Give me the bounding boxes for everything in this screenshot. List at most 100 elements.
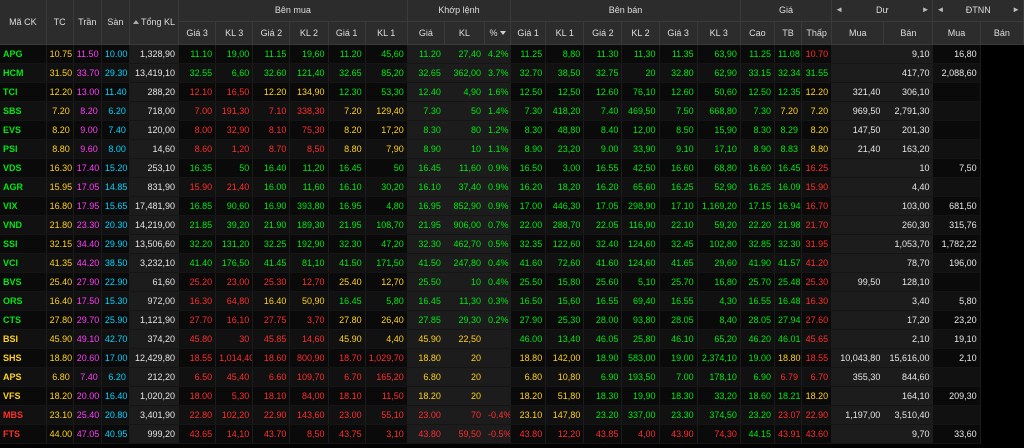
col-ref[interactable]: TC bbox=[46, 0, 74, 45]
symbol-cell[interactable]: VDS bbox=[0, 158, 47, 178]
bid-col-1[interactable]: Giá 3 bbox=[178, 21, 217, 45]
table-row[interactable]: HCM 31.50 33.70 29.30 13,419,10 32.55 6,60 32.6… bbox=[0, 63, 1024, 83]
value-cell: 81,10 bbox=[289, 253, 329, 273]
bid-col-6[interactable]: KL 1 bbox=[365, 21, 408, 45]
group-price: Giá bbox=[740, 0, 833, 22]
table-row[interactable]: APG 10.75 11.50 10.00 1,328,90 11.10 19,00 11.1… bbox=[0, 44, 1024, 64]
symbol-cell[interactable]: VFS bbox=[0, 386, 47, 406]
bid-col-3[interactable]: Giá 2 bbox=[252, 21, 291, 45]
symbol-cell[interactable]: FTS bbox=[0, 424, 47, 444]
table-row[interactable]: AGR 15.95 17.05 14.85 831,90 15.90 21,40 16.00 1… bbox=[0, 177, 1024, 197]
value-cell: 11.35 bbox=[659, 44, 698, 64]
value-cell: 33,90 bbox=[621, 139, 660, 159]
scroll-right-icon[interactable]: ► bbox=[1012, 5, 1020, 14]
value-cell: 21.90 bbox=[252, 215, 291, 235]
symbol-cell[interactable]: SSI bbox=[0, 234, 47, 254]
symbol-cell[interactable]: PSI bbox=[0, 139, 47, 159]
remain-col-1[interactable]: Mua bbox=[831, 21, 885, 45]
symbol-cell[interactable]: VIX bbox=[0, 196, 47, 216]
symbol-cell[interactable]: MBS bbox=[0, 405, 47, 425]
symbol-cell[interactable]: BSI bbox=[0, 329, 47, 349]
symbol-cell[interactable]: AGR bbox=[0, 177, 47, 197]
table-row[interactable]: VND 21.80 23.30 20.30 14,219,00 21.85 39,20 21.… bbox=[0, 215, 1024, 235]
table-row[interactable]: SBS 7.20 8.20 6.20 718,00 7.00 191,30 7.10 338,3… bbox=[0, 101, 1024, 121]
value-cell: 8,50 bbox=[289, 139, 329, 159]
scroll-left-icon[interactable]: ◄ bbox=[936, 5, 944, 14]
scroll-left-icon[interactable]: ◄ bbox=[835, 5, 843, 14]
table-row[interactable]: ORS 16.40 17.50 15.30 972,00 16.30 64,80 16.40 5… bbox=[0, 291, 1024, 311]
table-row[interactable]: APS 6.80 7.40 6.20 212,20 6.50 45,40 6.60 109,70… bbox=[0, 367, 1024, 387]
table-row[interactable]: BSI 45.90 49.10 42.70 374,20 45.80 30 45.85 14,6… bbox=[0, 329, 1024, 349]
ask-col-5[interactable]: Giá 3 bbox=[659, 21, 698, 45]
value-cell: 20.30 bbox=[101, 215, 130, 235]
table-row[interactable]: SHS 18.80 20.60 17.00 12,429,80 18.55 1,014,40… bbox=[0, 348, 1024, 368]
price-col-3[interactable]: Thấp bbox=[801, 21, 833, 45]
table-row[interactable]: PSI 8.80 9.60 8.00 14,60 8.60 1,20 8.70 8,50 8.80… bbox=[0, 139, 1024, 159]
table-row[interactable]: BVS 25.40 27.90 22.90 61,60 25.20 23,00 25.30 12… bbox=[0, 272, 1024, 292]
ask-col-6[interactable]: KL 3 bbox=[697, 21, 741, 45]
table-row[interactable]: VCI 41.35 44.20 38.50 3,232,10 41.40 176,50 41.… bbox=[0, 253, 1024, 273]
value-cell: 30 bbox=[215, 329, 254, 349]
ask-col-3[interactable]: Giá 2 bbox=[583, 21, 623, 45]
table-row[interactable]: SSI 32.15 34.40 29.90 13,506,60 32.20 131,20 32… bbox=[0, 234, 1024, 254]
value-cell: 31.95 bbox=[801, 234, 833, 254]
value-cell: 26,40 bbox=[365, 310, 408, 330]
bid-col-4[interactable]: KL 2 bbox=[289, 21, 329, 45]
symbol-cell[interactable]: VCI bbox=[0, 253, 47, 273]
symbol-cell[interactable]: APG bbox=[0, 44, 47, 64]
col-symbol[interactable]: Mã CK bbox=[0, 0, 47, 45]
col-floor[interactable]: Sàn bbox=[101, 0, 130, 45]
symbol-cell[interactable]: TCI bbox=[0, 82, 47, 102]
col-ceil[interactable]: Trần bbox=[73, 0, 102, 45]
value-cell: 8,40 bbox=[697, 310, 741, 330]
table-row[interactable]: MBS 23.10 25.40 20.80 3,401,90 22.80 102,20 22.… bbox=[0, 405, 1024, 425]
remain-col-2[interactable]: Bán bbox=[883, 21, 934, 45]
ask-col-2[interactable]: KL 1 bbox=[545, 21, 585, 45]
foreign-col-2[interactable]: Bán bbox=[980, 21, 1024, 45]
ask-col-1[interactable]: Giá 1 bbox=[510, 21, 547, 45]
symbol-cell[interactable]: HCM bbox=[0, 63, 47, 83]
table-row[interactable]: EVS 8.20 9.00 7.40 120,00 8.00 32,90 8.10 75,30 8… bbox=[0, 120, 1024, 140]
symbol-cell[interactable]: VND bbox=[0, 215, 47, 235]
value-cell: 11.08 bbox=[774, 44, 803, 64]
price-col-1[interactable]: Cao bbox=[740, 21, 775, 45]
value-cell: 29,60 bbox=[697, 253, 741, 273]
bid-col-2[interactable]: KL 3 bbox=[215, 21, 254, 45]
scroll-right-icon[interactable]: ► bbox=[922, 5, 930, 14]
value-cell: 163,20 bbox=[883, 139, 934, 159]
value-cell bbox=[484, 367, 512, 387]
price-col-2[interactable]: TB bbox=[774, 21, 803, 45]
value-cell: 46.00 bbox=[510, 329, 547, 349]
match-col-1[interactable]: Giá bbox=[407, 21, 445, 45]
match-col-2[interactable]: KL bbox=[444, 21, 486, 45]
table-row[interactable]: VFS 18.20 20.00 16.40 1,020,20 18.00 5,30 18.10… bbox=[0, 386, 1024, 406]
symbol-cell[interactable]: SHS bbox=[0, 348, 47, 368]
symbol-cell[interactable]: EVS bbox=[0, 120, 47, 140]
table-row[interactable]: CTS 27.80 29.70 25.90 1,121,90 27.70 16,10 27.7… bbox=[0, 310, 1024, 330]
value-cell: 7.30 bbox=[510, 101, 547, 121]
value-cell: 8.10 bbox=[252, 120, 291, 140]
table-row[interactable]: VIX 16.80 17.95 15.65 17,481,90 16.85 90,60 16.… bbox=[0, 196, 1024, 216]
value-cell: 288,20 bbox=[129, 82, 180, 102]
symbol-cell[interactable]: BVS bbox=[0, 272, 47, 292]
bid-col-5[interactable]: Giá 1 bbox=[328, 21, 366, 45]
symbol-cell[interactable]: CTS bbox=[0, 310, 47, 330]
value-cell: 74,30 bbox=[697, 424, 741, 444]
value-cell: 23.00 bbox=[407, 405, 445, 425]
table-row[interactable]: TCI 12.20 13.00 11.40 288,20 12.10 16,50 12.20 1… bbox=[0, 82, 1024, 102]
match-col-3[interactable]: % bbox=[484, 21, 512, 45]
value-cell: 16.50 bbox=[510, 291, 547, 311]
foreign-col-1[interactable]: Mua bbox=[932, 21, 981, 45]
value-cell: 8.90 bbox=[407, 139, 445, 159]
symbol-cell[interactable]: ORS bbox=[0, 291, 47, 311]
table-row[interactable]: FTS 44.00 47.05 40.95 999,20 43.65 14,10 43.70 8… bbox=[0, 424, 1024, 444]
chevron-down-icon[interactable] bbox=[499, 31, 506, 36]
col-total-vol[interactable]: Tổng KL bbox=[129, 0, 180, 45]
value-cell: 47.05 bbox=[73, 424, 102, 444]
value-cell: 7,90 bbox=[365, 139, 408, 159]
symbol-cell[interactable]: SBS bbox=[0, 101, 47, 121]
table-row[interactable]: VDS 16.30 17.40 15.20 253,10 16.35 50 16.40 11,2… bbox=[0, 158, 1024, 178]
symbol-cell[interactable]: APS bbox=[0, 367, 47, 387]
ask-col-4[interactable]: KL 2 bbox=[621, 21, 660, 45]
value-cell bbox=[932, 367, 981, 387]
